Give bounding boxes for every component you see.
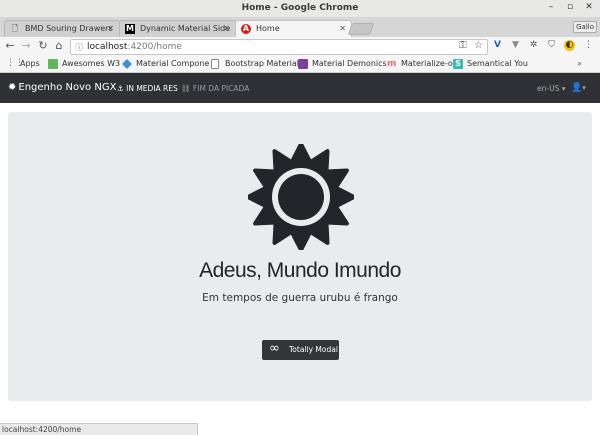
menu-dots-icon[interactable]: ⋮ (583, 40, 594, 51)
new-tab-button[interactable] (347, 23, 375, 35)
navbar-brand[interactable]: ✹ Engenho Novo NGX (8, 82, 116, 93)
bookmarks-bar: ⋮⋮ Apps Awesomes W3 Material Compone Boo… (0, 57, 600, 73)
bookmark-material-demonics[interactable]: Material Demonics (298, 59, 387, 69)
status-url-bubble: localhost:4200/home (0, 423, 198, 435)
star-icon[interactable]: ☆ (474, 40, 483, 51)
gear-extension-icon[interactable]: ✲ (528, 40, 539, 51)
locale-label: en-US (537, 84, 560, 93)
infinity-icon: ∞ (269, 341, 280, 356)
hero-jumbotron: Adeus, Mundo Imundo Em tempos de guerra … (8, 112, 592, 401)
profile-button[interactable]: Gallo (573, 21, 597, 33)
anchor-icon: ⚓ (117, 84, 124, 93)
user-icon: 👤 (571, 83, 583, 93)
apps-grid-icon: ⋮⋮ (6, 58, 24, 68)
tab-dynamic-material-side[interactable]: M Dynamic Material Side ✕ (119, 20, 236, 37)
app-navbar: ✹ Engenho Novo NGX ⚓ IN MEDIA RES ⛓ FIM D… (0, 73, 600, 103)
bookmark-label: Material Compone (136, 59, 210, 68)
reload-icon[interactable]: ↻ (36, 39, 50, 52)
close-tab-icon[interactable]: ✕ (339, 24, 346, 33)
bookmark-materialize[interactable]: m Materialize-o (387, 59, 453, 69)
shield-extension-icon[interactable]: ⛉ (546, 40, 557, 51)
gear-icon: ✹ (8, 82, 17, 93)
material-icon (122, 59, 132, 69)
nav-label: IN MEDIA RES (126, 84, 178, 93)
nav-label: FIM DA PICADA (192, 84, 250, 93)
bookmark-label: Bootstrap Material (225, 59, 300, 68)
totally-modal-button[interactable]: ∞ Totally Modal (262, 340, 339, 360)
demonics-icon (298, 59, 308, 69)
user-dropdown[interactable]: 👤▾ (571, 83, 586, 93)
tab-label: BMD Souring Drawers (25, 24, 113, 33)
more-bookmarks-icon[interactable]: » (577, 59, 582, 68)
sun-icon (246, 142, 356, 252)
tab-label: Dynamic Material Side (140, 24, 231, 33)
tab-home[interactable]: A Home ✕ (235, 20, 352, 37)
caret-down-icon: ▾ (561, 84, 566, 93)
hero-subtitle: Em tempos de guerra urubu é frango (202, 292, 398, 304)
vue-devtools-icon[interactable]: V (492, 40, 503, 51)
back-arrow-icon[interactable]: ← (3, 39, 17, 52)
brand-label: Engenho Novo NGX (18, 82, 117, 93)
bookmark-semantical-you[interactable]: S Semantical You (453, 59, 528, 69)
vue-grey-icon[interactable]: ▼ (510, 40, 521, 51)
tab-label: Home (256, 24, 280, 33)
locale-dropdown[interactable]: en-US ▾ (537, 84, 565, 93)
materialize-icon: m (387, 59, 397, 69)
key-icon[interactable]: ⚿ (459, 40, 467, 51)
coin-extension-icon[interactable]: ◐ (564, 40, 575, 51)
window-titlebar: Home - Google Chrome – ▫ ✕ (0, 0, 600, 18)
close-tab-icon[interactable]: ✕ (107, 24, 114, 33)
window-title: Home - Google Chrome (241, 3, 359, 13)
bookmark-label: Material Demonics (312, 59, 387, 68)
nav-fim-da-picada[interactable]: ⛓ FIM DA PICADA (181, 84, 249, 93)
semantic-icon: S (453, 59, 463, 69)
bookmark-material-compone[interactable]: Material Compone (122, 59, 210, 69)
bookmark-label: Awesomes W3 (62, 59, 121, 68)
address-host: localhost (87, 42, 128, 52)
button-label: Totally Modal (289, 345, 338, 354)
info-icon[interactable]: ⓘ (75, 42, 83, 53)
bookmark-apps[interactable]: ⋮⋮ Apps (6, 58, 40, 69)
address-path: :4200/home (127, 42, 182, 52)
bookmark-label: Semantical You (467, 59, 528, 68)
close-tab-icon[interactable]: ✕ (223, 24, 230, 33)
hero-title: Adeus, Mundo Imundo (199, 259, 401, 282)
angular-icon: A (241, 24, 251, 34)
home-icon[interactable]: ⌂ (52, 39, 66, 52)
bookmark-awesomes-w3[interactable]: Awesomes W3 (48, 59, 121, 69)
browser-toolbar: ← → ↻ ⌂ ⓘ localhost:4200/home ⚿ ☆ V ▼ ✲ … (0, 37, 600, 57)
document-icon (211, 59, 219, 69)
forward-arrow-icon[interactable]: → (19, 39, 33, 52)
maximize-icon[interactable]: ▫ (564, 2, 576, 12)
tab-strip: 🗋 BMD Souring Drawers ✕ M Dynamic Materi… (0, 18, 600, 37)
tab-bmd-souring-drawers[interactable]: 🗋 BMD Souring Drawers ✕ (4, 20, 120, 37)
document-icon: 🗋 (11, 24, 19, 33)
close-window-icon[interactable]: ✕ (583, 2, 595, 12)
caret-down-icon: ▾ (582, 84, 586, 92)
nav-in-media-res[interactable]: ⚓ IN MEDIA RES (117, 84, 178, 93)
minimize-icon[interactable]: – (545, 2, 557, 12)
w3-icon (48, 59, 58, 69)
sitemap-icon: ⛓ (181, 84, 191, 93)
bookmark-label: Materialize-o (401, 59, 453, 68)
bookmark-bootstrap-material[interactable]: Bootstrap Material (211, 59, 300, 69)
address-bar[interactable]: ⓘ localhost:4200/home ⚿ ☆ (70, 39, 488, 55)
medium-icon: M (125, 24, 135, 34)
